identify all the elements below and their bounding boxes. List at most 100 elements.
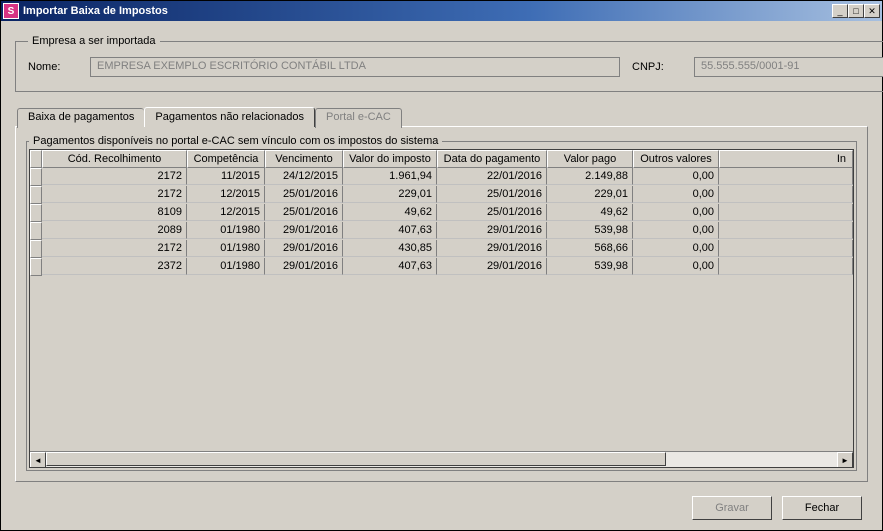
client-area: Empresa a ser importada Nome: EMPRESA EX… [1, 21, 882, 530]
row-handle[interactable] [30, 258, 42, 276]
cell-data-pag[interactable]: 22/01/2016 [437, 168, 547, 185]
col-in[interactable]: In [719, 150, 853, 168]
cell-venc[interactable]: 24/12/2015 [265, 168, 343, 185]
scroll-track[interactable] [46, 452, 837, 467]
titlebar[interactable]: S Importar Baixa de Impostos _ □ ✕ [1, 1, 882, 21]
tab-pagamentos-nao-relacionados[interactable]: Pagamentos não relacionados [144, 107, 315, 127]
grid-legend: Pagamentos disponíveis no portal e-CAC s… [29, 135, 442, 147]
table-row[interactable]: 208901/198029/01/2016407,6329/01/2016539… [30, 222, 853, 240]
row-handle[interactable] [30, 222, 42, 240]
cell-valor-pago[interactable]: 229,01 [547, 186, 633, 203]
cell-valor[interactable]: 407,63 [343, 258, 437, 275]
col-data-pagamento[interactable]: Data do pagamento [437, 150, 547, 168]
scroll-left-button[interactable]: ◄ [30, 452, 46, 468]
footer: Gravar Fechar [11, 490, 872, 522]
cell-valor-pago[interactable]: 2.149,88 [547, 168, 633, 185]
cell-comp[interactable]: 12/2015 [187, 204, 265, 221]
grid-header: Cód. Recolhimento Competência Vencimento… [30, 150, 853, 168]
cell-outros[interactable]: 0,00 [633, 240, 719, 257]
fechar-button[interactable]: Fechar [782, 496, 862, 520]
window-controls: _ □ ✕ [832, 4, 880, 18]
cell-rest[interactable] [719, 258, 853, 275]
col-valor-imposto[interactable]: Valor do imposto [343, 150, 437, 168]
grid-body[interactable]: 217211/201524/12/20151.961,9422/01/20162… [30, 168, 853, 451]
cell-venc[interactable]: 29/01/2016 [265, 222, 343, 239]
cnpj-field: 55.555.555/0001-91 [694, 57, 883, 77]
minimize-button[interactable]: _ [832, 4, 848, 18]
table-row[interactable]: 217212/201525/01/2016229,0125/01/2016229… [30, 186, 853, 204]
row-handle[interactable] [30, 240, 42, 258]
nome-label: Nome: [28, 61, 78, 73]
nome-field: EMPRESA EXEMPLO ESCRITÓRIO CONTÁBIL LTDA [90, 57, 620, 77]
scroll-right-button[interactable]: ► [837, 452, 853, 468]
cell-rest[interactable] [719, 204, 853, 221]
row-handle[interactable] [30, 168, 42, 186]
company-legend: Empresa a ser importada [28, 35, 160, 47]
cell-venc[interactable]: 29/01/2016 [265, 240, 343, 257]
tab-strip: Baixa de pagamentos Pagamentos não relac… [17, 106, 872, 126]
cell-cod[interactable]: 2372 [42, 258, 187, 275]
scroll-thumb[interactable] [46, 452, 666, 466]
window-title: Importar Baixa de Impostos [23, 5, 832, 17]
gravar-button: Gravar [692, 496, 772, 520]
cell-rest[interactable] [719, 186, 853, 203]
cell-valor[interactable]: 49,62 [343, 204, 437, 221]
cell-venc[interactable]: 25/01/2016 [265, 204, 343, 221]
table-row[interactable]: 810912/201525/01/201649,6225/01/201649,6… [30, 204, 853, 222]
cell-cod[interactable]: 2089 [42, 222, 187, 239]
cell-valor-pago[interactable]: 539,98 [547, 222, 633, 239]
cell-outros[interactable]: 0,00 [633, 168, 719, 185]
window-frame: S Importar Baixa de Impostos _ □ ✕ Empre… [0, 0, 883, 531]
horizontal-scrollbar[interactable]: ◄ ► [30, 451, 853, 467]
company-row: Nome: EMPRESA EXEMPLO ESCRITÓRIO CONTÁBI… [28, 57, 883, 77]
col-valor-pago[interactable]: Valor pago [547, 150, 633, 168]
cell-outros[interactable]: 0,00 [633, 258, 719, 275]
row-handle[interactable] [30, 186, 42, 204]
table-row[interactable]: 217211/201524/12/20151.961,9422/01/20162… [30, 168, 853, 186]
cell-data-pag[interactable]: 25/01/2016 [437, 204, 547, 221]
col-competencia[interactable]: Competência [187, 150, 265, 168]
close-button[interactable]: ✕ [864, 4, 880, 18]
cell-comp[interactable]: 01/1980 [187, 222, 265, 239]
cell-comp[interactable]: 01/1980 [187, 258, 265, 275]
col-vencimento[interactable]: Vencimento [265, 150, 343, 168]
row-header-corner [30, 150, 42, 168]
cell-comp[interactable]: 11/2015 [187, 168, 265, 185]
cell-cod[interactable]: 8109 [42, 204, 187, 221]
cell-comp[interactable]: 12/2015 [187, 186, 265, 203]
cell-cod[interactable]: 2172 [42, 186, 187, 203]
cell-cod[interactable]: 2172 [42, 240, 187, 257]
grid[interactable]: Cód. Recolhimento Competência Vencimento… [29, 149, 854, 468]
cnpj-label: CNPJ: [632, 61, 682, 73]
cell-valor-pago[interactable]: 539,98 [547, 258, 633, 275]
maximize-button[interactable]: □ [848, 4, 864, 18]
cell-data-pag[interactable]: 29/01/2016 [437, 240, 547, 257]
cell-data-pag[interactable]: 29/01/2016 [437, 222, 547, 239]
cell-data-pag[interactable]: 25/01/2016 [437, 186, 547, 203]
row-handle[interactable] [30, 204, 42, 222]
grid-fieldset: Pagamentos disponíveis no portal e-CAC s… [26, 135, 857, 471]
cell-outros[interactable]: 0,00 [633, 186, 719, 203]
cell-comp[interactable]: 01/1980 [187, 240, 265, 257]
cell-venc[interactable]: 29/01/2016 [265, 258, 343, 275]
cell-valor[interactable]: 229,01 [343, 186, 437, 203]
table-row[interactable]: 217201/198029/01/2016430,8529/01/2016568… [30, 240, 853, 258]
cell-outros[interactable]: 0,00 [633, 222, 719, 239]
col-outros-valores[interactable]: Outros valores [633, 150, 719, 168]
cell-rest[interactable] [719, 222, 853, 239]
cell-cod[interactable]: 2172 [42, 168, 187, 185]
cell-outros[interactable]: 0,00 [633, 204, 719, 221]
cell-valor-pago[interactable]: 49,62 [547, 204, 633, 221]
cell-valor[interactable]: 407,63 [343, 222, 437, 239]
cell-data-pag[interactable]: 29/01/2016 [437, 258, 547, 275]
app-icon: S [3, 3, 19, 19]
cell-valor-pago[interactable]: 568,66 [547, 240, 633, 257]
col-cod-recolhimento[interactable]: Cód. Recolhimento [42, 150, 187, 168]
cell-valor[interactable]: 1.961,94 [343, 168, 437, 185]
cell-valor[interactable]: 430,85 [343, 240, 437, 257]
table-row[interactable]: 237201/198029/01/2016407,6329/01/2016539… [30, 258, 853, 276]
cell-rest[interactable] [719, 240, 853, 257]
tab-baixa-pagamentos[interactable]: Baixa de pagamentos [17, 108, 144, 128]
cell-venc[interactable]: 25/01/2016 [265, 186, 343, 203]
cell-rest[interactable] [719, 168, 853, 185]
